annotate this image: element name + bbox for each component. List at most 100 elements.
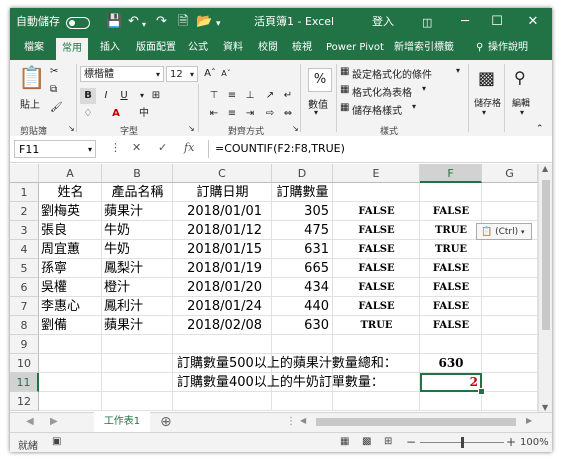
search-icon[interactable]: ⚲ [514,68,526,87]
zoom-slider-thumb[interactable] [461,437,464,448]
bold-button[interactable]: B [80,88,96,104]
table-header-cell[interactable]: 訂購數量 [272,183,333,202]
merge-center-icon[interactable]: ⇔ [280,106,296,122]
name-cell[interactable]: 李惠心 [39,297,102,316]
tab-power-pivot[interactable]: Power Pivot [326,36,384,60]
zoom-in-button[interactable]: + [506,435,516,449]
cell-g5[interactable] [482,259,538,278]
apple-juice-sum-value[interactable]: 630 [420,354,482,373]
customize-qat-icon[interactable]: ▾ [216,16,221,32]
clipboard-launcher-icon[interactable]: ↘ [68,124,75,133]
new-file-icon[interactable]: 🗎 [178,14,188,30]
collapse-ribbon-icon[interactable]: ⌃ [536,124,544,134]
name-box[interactable]: F11 ▾ [14,140,96,158]
indent-icon[interactable]: ⇨ [262,106,278,122]
shrink-font-icon[interactable]: Aˇ [218,66,234,82]
row-header-3[interactable]: 3 [10,221,39,240]
ribbon-display-options-icon[interactable]: ◫ [422,15,432,31]
product-cell[interactable]: 橙汁 [102,278,173,297]
tab-insert[interactable]: 插入 [100,36,120,60]
column-header-a[interactable]: A [39,164,102,183]
cells-icon[interactable]: ▩ [478,68,495,89]
vertical-scrollbar[interactable]: ▲ ▼ [538,164,552,412]
font-color-icon[interactable]: A [108,106,124,122]
borders-icon[interactable]: ⊞ [148,88,164,104]
cell-d12[interactable] [272,392,333,411]
cell-g4[interactable] [482,240,538,259]
format-as-table-button[interactable]: 格式化為表格 [352,84,412,99]
cell-g8[interactable] [482,316,538,335]
save-icon[interactable]: 💾 [106,14,122,30]
scroll-up-icon[interactable]: ▲ [542,164,548,173]
cells-button[interactable]: 儲存格 [474,96,501,109]
condition-f-cell[interactable]: FALSE [420,297,482,316]
row-header-11[interactable]: 11 [10,373,39,392]
cell-e12[interactable] [333,392,420,411]
undo-icon[interactable]: ↶ [128,14,139,30]
row-header-10[interactable]: 10 [10,354,39,373]
cell-e1[interactable] [333,183,420,202]
cell-g12[interactable] [482,392,538,411]
name-cell[interactable]: 劉梅英 [39,202,102,221]
name-cell[interactable]: 劉備 [39,316,102,335]
cell-b9[interactable] [102,335,173,354]
font-launcher-icon[interactable]: ↘ [188,124,195,133]
product-cell[interactable]: 鳳利汁 [102,297,173,316]
orientation-icon[interactable]: ↗ [262,88,278,104]
tab-home[interactable]: 常用 [56,38,88,60]
name-cell[interactable]: 孫寧 [39,259,102,278]
quantity-cell[interactable]: 475 [272,221,333,240]
autosave-toggle[interactable] [66,17,90,29]
cell-f1[interactable] [420,183,482,202]
cell-a10[interactable] [39,354,102,373]
cell-g11[interactable] [482,373,538,392]
copy-icon[interactable]: ⧉ [50,84,57,95]
cell-g6[interactable] [482,278,538,297]
product-cell[interactable]: 蘋果汁 [102,202,173,221]
date-cell[interactable]: 2018/01/15 [173,240,272,259]
conditional-format-button[interactable]: 設定格式化的條件 [352,66,432,81]
align-right-icon[interactable]: ⇥ [242,106,258,122]
row-header-9[interactable]: 9 [10,335,39,354]
fill-handle[interactable] [478,388,485,395]
italic-button[interactable]: I [98,88,114,104]
row-header-4[interactable]: 4 [10,240,39,259]
quantity-cell[interactable]: 305 [272,202,333,221]
hscroll-left-icon[interactable]: ◀ [300,416,306,425]
product-cell[interactable]: 牛奶 [102,221,173,240]
condition-f-cell[interactable]: FALSE [420,202,482,221]
tab-data[interactable]: 資料 [223,36,243,60]
cut-icon[interactable]: ✂ [50,66,58,77]
align-left-icon[interactable]: ⇤ [206,106,222,122]
macro-record-icon[interactable]: ▣ [52,436,61,447]
cell-a9[interactable] [39,335,102,354]
align-center-icon[interactable]: ≡ [224,106,240,122]
condition-e-cell[interactable]: FALSE [333,221,420,240]
wrap-text-icon[interactable]: ↵ [280,88,296,104]
product-cell[interactable]: 蘋果汁 [102,316,173,335]
cell-f12[interactable] [420,392,482,411]
date-cell[interactable]: 2018/01/19 [173,259,272,278]
cell-f9[interactable] [420,335,482,354]
normal-view-icon[interactable]: ▦ [340,436,349,447]
column-header-d[interactable]: D [272,164,333,183]
cell-g10[interactable] [482,354,538,373]
alignment-launcher-icon[interactable]: ↘ [292,124,299,133]
fill-color-icon[interactable]: ♢ [80,106,96,122]
enter-icon[interactable]: ✓ [158,141,167,154]
underline-button[interactable]: U [116,88,132,104]
tab-page-layout[interactable]: 版面配置 [136,36,176,60]
row-header-5[interactable]: 5 [10,259,39,278]
font-name-dropdown[interactable]: 標楷體 ▾ [80,66,164,82]
name-cell[interactable]: 周宜蕙 [39,240,102,259]
align-top-icon[interactable]: ⊤ [206,88,222,104]
date-cell[interactable]: 2018/02/08 [173,316,272,335]
name-cell[interactable]: 張良 [39,221,102,240]
restore-button[interactable]: ☐ [482,8,512,36]
table-header-cell[interactable]: 訂購日期 [173,183,272,202]
condition-e-cell[interactable]: FALSE [333,278,420,297]
apple-juice-sum-label[interactable]: 訂購數量500以上的蘋果汁數量總和： [173,354,423,373]
phonetic-guide-icon[interactable]: 中 [136,106,152,122]
name-cell[interactable]: 吳權 [39,278,102,297]
paste-icon[interactable]: 📋 [18,66,45,91]
